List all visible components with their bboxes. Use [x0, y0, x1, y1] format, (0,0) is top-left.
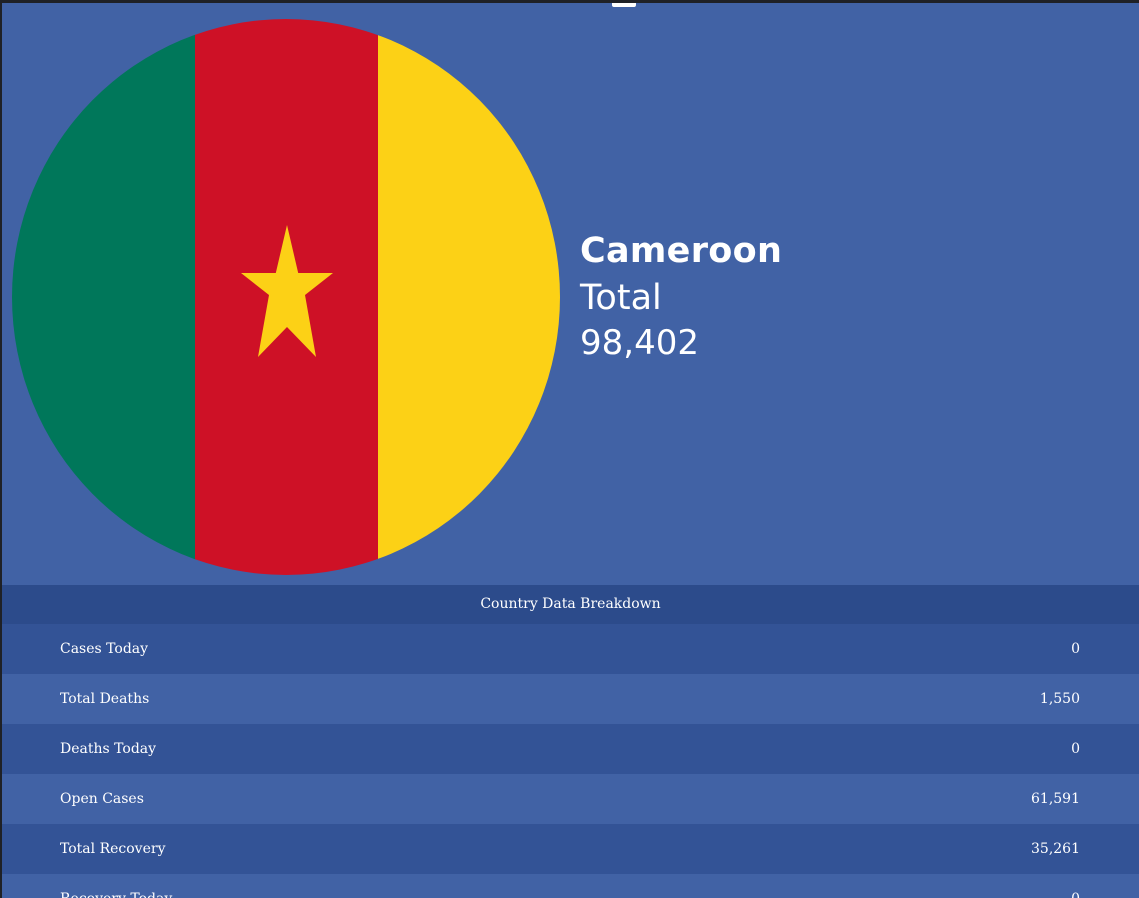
row-value: 0: [1071, 874, 1080, 898]
breakdown-row-cases-today: Cases Today 0: [2, 624, 1139, 674]
row-label: Total Deaths: [60, 691, 150, 707]
flag-green-band: [12, 19, 195, 575]
row-label: Total Recovery: [60, 841, 166, 857]
row-label: Open Cases: [60, 791, 144, 807]
row-value: 1,550: [1039, 691, 1080, 707]
flag-yellow-band: [378, 19, 560, 575]
cameroon-flag-icon: [12, 19, 560, 575]
row-value: 35,261: [1031, 841, 1080, 857]
row-value: 0: [1071, 741, 1080, 757]
total-label: Total: [580, 278, 662, 318]
country-name: Cameroon: [580, 231, 783, 271]
breakdown-row-total-deaths: Total Deaths 1,550: [2, 674, 1139, 724]
country-page: Cameroon Total 98,402 Country Data Break…: [2, 3, 1139, 898]
row-label: Deaths Today: [60, 741, 157, 757]
scroll-indicator: [612, 3, 636, 7]
breakdown-header: Country Data Breakdown: [2, 585, 1139, 624]
breakdown-row-open-cases: Open Cases 61,591: [2, 774, 1139, 824]
row-value: 0: [1071, 641, 1080, 657]
country-data-breakdown: Country Data Breakdown Cases Today 0 Tot…: [2, 585, 1139, 898]
country-summary: Cameroon Total 98,402: [580, 227, 782, 365]
breakdown-row-deaths-today: Deaths Today 0: [2, 724, 1139, 774]
country-flag: [12, 19, 560, 575]
row-label: Cases Today: [60, 641, 149, 657]
row-value: 61,591: [1031, 791, 1080, 807]
breakdown-row-total-recovery: Total Recovery 35,261: [2, 824, 1139, 874]
breakdown-row-recovery-today: Recovery Today 0: [2, 874, 1139, 898]
row-label: Recovery Today: [60, 874, 172, 898]
total-value: 98,402: [580, 323, 699, 363]
